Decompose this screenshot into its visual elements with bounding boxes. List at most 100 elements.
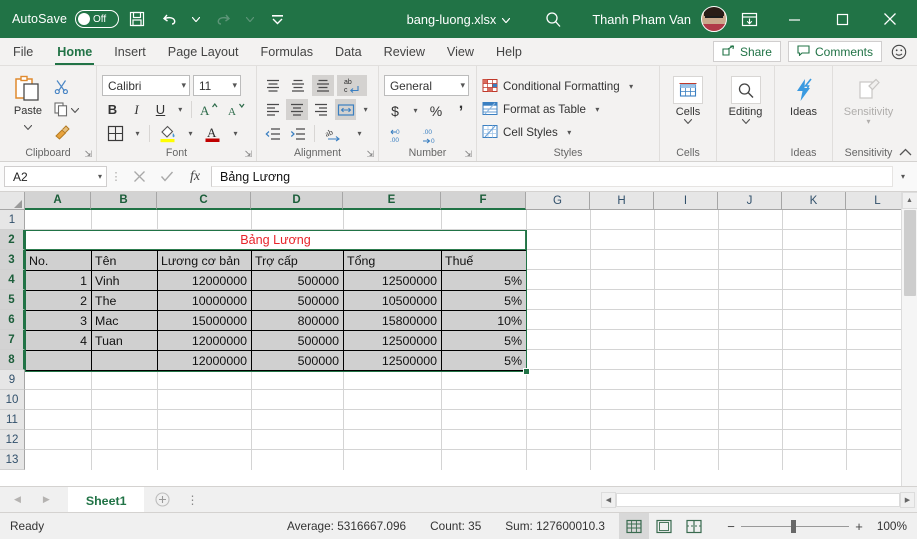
copy-caret[interactable] bbox=[70, 100, 80, 118]
row-header-2[interactable]: 2 bbox=[0, 230, 25, 250]
comments-button[interactable]: Comments bbox=[787, 41, 882, 62]
align-center-icon[interactable] bbox=[286, 99, 308, 120]
cell-C7[interactable]: 12000000 bbox=[157, 330, 252, 351]
tab-data[interactable]: Data bbox=[324, 38, 373, 65]
borders-caret[interactable]: ▾ bbox=[131, 123, 144, 144]
cell-D4[interactable]: 500000 bbox=[251, 270, 344, 291]
align-right-icon[interactable] bbox=[311, 99, 332, 120]
row-header-13[interactable]: 13 bbox=[0, 450, 25, 470]
cell-D5[interactable]: 500000 bbox=[251, 290, 344, 311]
scroll-right-icon[interactable]: ▶ bbox=[900, 491, 915, 508]
cell-D7[interactable]: 500000 bbox=[251, 330, 344, 351]
save-icon[interactable] bbox=[123, 6, 151, 32]
zoom-level-label[interactable]: 100% bbox=[875, 519, 917, 533]
editing-caret[interactable] bbox=[741, 118, 750, 126]
row-header-11[interactable]: 11 bbox=[0, 410, 25, 430]
merge-and-center-icon[interactable] bbox=[335, 99, 357, 120]
copy-button[interactable] bbox=[51, 99, 80, 119]
cell-C8[interactable]: 12000000 bbox=[157, 350, 252, 371]
expand-formula-bar-icon[interactable]: ▾ bbox=[893, 172, 913, 181]
borders-icon[interactable] bbox=[102, 123, 128, 144]
cell-C3[interactable]: Lương cơ bản bbox=[157, 250, 252, 271]
clipboard-dialog-launcher[interactable]: ⇲ bbox=[84, 147, 92, 162]
cell-F3[interactable]: Thuế bbox=[441, 250, 527, 271]
cell-B8[interactable] bbox=[91, 350, 158, 371]
column-header-C[interactable]: C bbox=[157, 192, 251, 210]
row-header-5[interactable]: 5 bbox=[0, 290, 25, 310]
previous-sheet-icon[interactable]: ◀ bbox=[14, 494, 21, 505]
cell-styles-button[interactable]: Cell Styles ▾ bbox=[482, 122, 654, 143]
undo-dropdown-caret[interactable] bbox=[187, 6, 205, 32]
column-header-J[interactable]: J bbox=[718, 192, 782, 210]
horizontal-scrollbar[interactable]: ◀ ▶ bbox=[601, 487, 917, 512]
account-name[interactable]: Thanh Pham Van bbox=[578, 12, 699, 27]
tab-insert[interactable]: Insert bbox=[103, 38, 157, 65]
sensitivity-button[interactable]: Sensitivity ▾ bbox=[844, 72, 894, 126]
italic-button[interactable]: I bbox=[126, 99, 147, 120]
close-button[interactable] bbox=[867, 0, 913, 38]
row-header-8[interactable]: 8 bbox=[0, 350, 25, 370]
percent-format-button[interactable]: % bbox=[425, 100, 447, 121]
decrease-indent-icon[interactable] bbox=[262, 123, 284, 144]
number-format-combo[interactable]: General ▾ bbox=[384, 75, 469, 96]
vertical-scroll-thumb[interactable] bbox=[903, 210, 916, 296]
cell-D6[interactable]: 800000 bbox=[251, 310, 344, 331]
row-header-4[interactable]: 4 bbox=[0, 270, 25, 290]
cell-A3[interactable]: No. bbox=[25, 250, 92, 271]
page-layout-view-icon[interactable] bbox=[649, 513, 679, 539]
cell-B6[interactable]: Mac bbox=[91, 310, 158, 331]
cell-E4[interactable]: 12500000 bbox=[343, 270, 442, 291]
share-button[interactable]: Share bbox=[712, 41, 781, 62]
column-header-F[interactable]: F bbox=[441, 192, 526, 210]
alignment-dialog-launcher[interactable]: ⇲ bbox=[366, 147, 374, 162]
fill-color-caret[interactable]: ▾ bbox=[184, 123, 197, 144]
cell-F8[interactable]: 5% bbox=[441, 350, 527, 371]
tab-home[interactable]: Home bbox=[46, 38, 103, 65]
orientation-caret[interactable]: ▾ bbox=[353, 123, 366, 144]
scroll-left-icon[interactable]: ◀ bbox=[601, 491, 616, 508]
editing-button[interactable]: Editing bbox=[722, 72, 769, 126]
column-header-H[interactable]: H bbox=[590, 192, 654, 210]
normal-view-icon[interactable] bbox=[619, 512, 649, 539]
undo-icon[interactable] bbox=[155, 6, 183, 32]
align-bottom-icon[interactable] bbox=[312, 75, 334, 96]
cell-E8[interactable]: 12500000 bbox=[343, 350, 442, 371]
smiley-icon[interactable] bbox=[889, 42, 909, 62]
sheet-tab-sheet1[interactable]: Sheet1 bbox=[67, 487, 145, 512]
cell-D3[interactable]: Trợ cấp bbox=[251, 250, 344, 271]
align-top-icon[interactable] bbox=[262, 75, 284, 96]
font-color-icon[interactable]: A bbox=[200, 123, 226, 144]
wrap-text-icon[interactable]: ab c bbox=[337, 75, 367, 96]
paste-button[interactable]: Paste bbox=[5, 72, 51, 135]
cell-E7[interactable]: 12500000 bbox=[343, 330, 442, 351]
row-header-6[interactable]: 6 bbox=[0, 310, 25, 330]
cut-button[interactable] bbox=[51, 76, 79, 96]
name-box[interactable]: A2 ▾ bbox=[4, 166, 107, 187]
file-name-caret[interactable] bbox=[501, 10, 511, 28]
font-name-combo[interactable]: Calibri ▾ bbox=[102, 75, 190, 96]
zoom-in-button[interactable]: + bbox=[849, 519, 869, 534]
cell-A5[interactable]: 2 bbox=[25, 290, 92, 311]
align-left-icon[interactable] bbox=[262, 99, 283, 120]
accounting-format-button[interactable]: $ bbox=[384, 100, 406, 121]
file-name[interactable]: bang-luong.xlsx bbox=[407, 12, 497, 27]
cell-B5[interactable]: The bbox=[91, 290, 158, 311]
cell-B7[interactable]: Tuan bbox=[91, 330, 158, 351]
column-header-A[interactable]: A bbox=[25, 192, 91, 210]
cell-A2-title[interactable]: Bảng Lương bbox=[25, 230, 526, 250]
orientation-icon[interactable]: ab bbox=[320, 123, 350, 144]
confirm-checkmark-icon[interactable] bbox=[153, 166, 181, 188]
search-icon[interactable] bbox=[530, 4, 576, 34]
avatar[interactable] bbox=[701, 6, 727, 32]
cell-A6[interactable]: 3 bbox=[25, 310, 92, 331]
sensitivity-caret[interactable]: ▾ bbox=[866, 118, 870, 126]
conditional-formatting-caret[interactable]: ▾ bbox=[625, 76, 638, 97]
minimize-button[interactable] bbox=[771, 0, 817, 38]
cell-C5[interactable]: 10000000 bbox=[157, 290, 252, 311]
format-painter-button[interactable] bbox=[51, 122, 79, 142]
cell-C6[interactable]: 15000000 bbox=[157, 310, 252, 331]
horizontal-scroll-thumb[interactable] bbox=[616, 492, 900, 507]
maximize-button[interactable] bbox=[819, 0, 865, 38]
tab-help[interactable]: Help bbox=[485, 38, 533, 65]
cell-styles-caret[interactable]: ▾ bbox=[563, 122, 576, 143]
